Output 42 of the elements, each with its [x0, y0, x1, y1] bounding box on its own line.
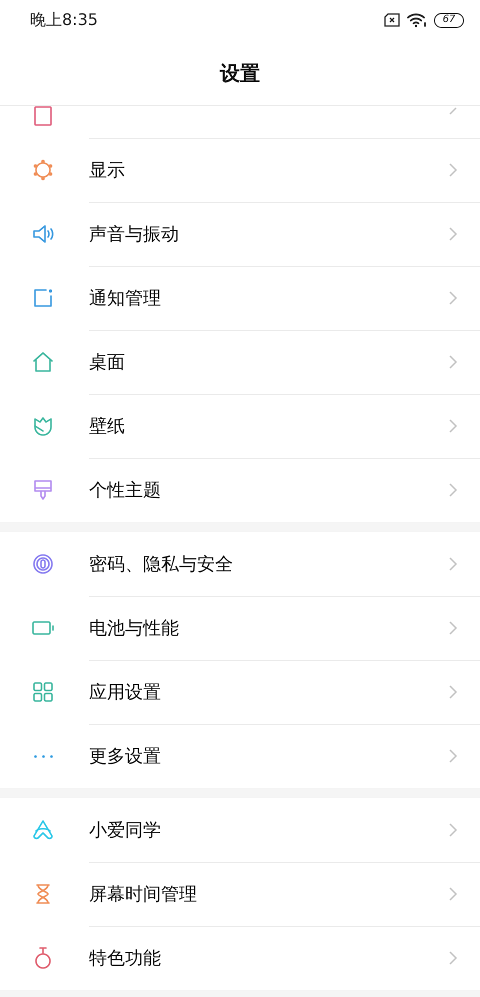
item-label: 电池与性能 — [89, 616, 180, 640]
notification-icon — [31, 286, 55, 310]
item-label: 桌面 — [89, 350, 126, 374]
settings-item[interactable]: 屏幕时间管理 — [0, 862, 480, 926]
item-label: 显示 — [89, 158, 126, 182]
grid-icon — [31, 680, 55, 704]
settings-item[interactable]: 密码、隐私与安全 — [0, 532, 480, 596]
item-label: 更多设置 — [89, 744, 162, 768]
tulip-icon — [31, 414, 55, 438]
settings-item[interactable]: 桌面 — [0, 330, 480, 394]
item-label: 声音与振动 — [89, 222, 180, 246]
settings-item[interactable]: 更多设置 — [0, 724, 480, 788]
wifi-icon — [407, 12, 427, 28]
item-label: 特色功能 — [89, 946, 162, 970]
assistant-icon — [31, 818, 55, 842]
item-label: 屏幕时间管理 — [89, 882, 198, 906]
settings-item[interactable]: 电池与性能 — [0, 596, 480, 660]
status-time: 晚上8:35 — [30, 9, 98, 31]
page-title: 设置 — [220, 60, 260, 86]
item-label: 密码、隐私与安全 — [89, 552, 234, 576]
settings-item[interactable]: 壁纸 — [0, 394, 480, 458]
item-label: 小爱同学 — [89, 818, 162, 842]
settings-item[interactable]: 个性主题 — [0, 458, 480, 522]
battery-indicator: 67 — [434, 12, 464, 28]
settings-item[interactable]: 通知管理 — [0, 266, 480, 330]
rect-icon — [31, 106, 55, 129]
item-label: 应用设置 — [89, 680, 162, 704]
settings-item[interactable]: 特色功能 — [0, 926, 480, 990]
paint-brush-icon — [31, 478, 55, 502]
item-label: 个性主题 — [89, 478, 162, 502]
settings-item[interactable]: 小爱同学 — [0, 798, 480, 862]
speaker-icon — [31, 222, 55, 246]
settings-item[interactable]: 声音与振动 — [0, 202, 480, 266]
sun-icon — [31, 158, 55, 182]
settings-item[interactable]: 显示 — [0, 138, 480, 202]
more-icon — [34, 754, 52, 758]
item-label: 壁纸 — [89, 414, 126, 438]
fingerprint-icon — [31, 552, 55, 576]
item-label: 通知管理 — [89, 286, 162, 310]
settings-item[interactable]: 应用设置 — [0, 660, 480, 724]
no-sim-icon — [384, 13, 400, 27]
house-icon — [31, 350, 55, 374]
